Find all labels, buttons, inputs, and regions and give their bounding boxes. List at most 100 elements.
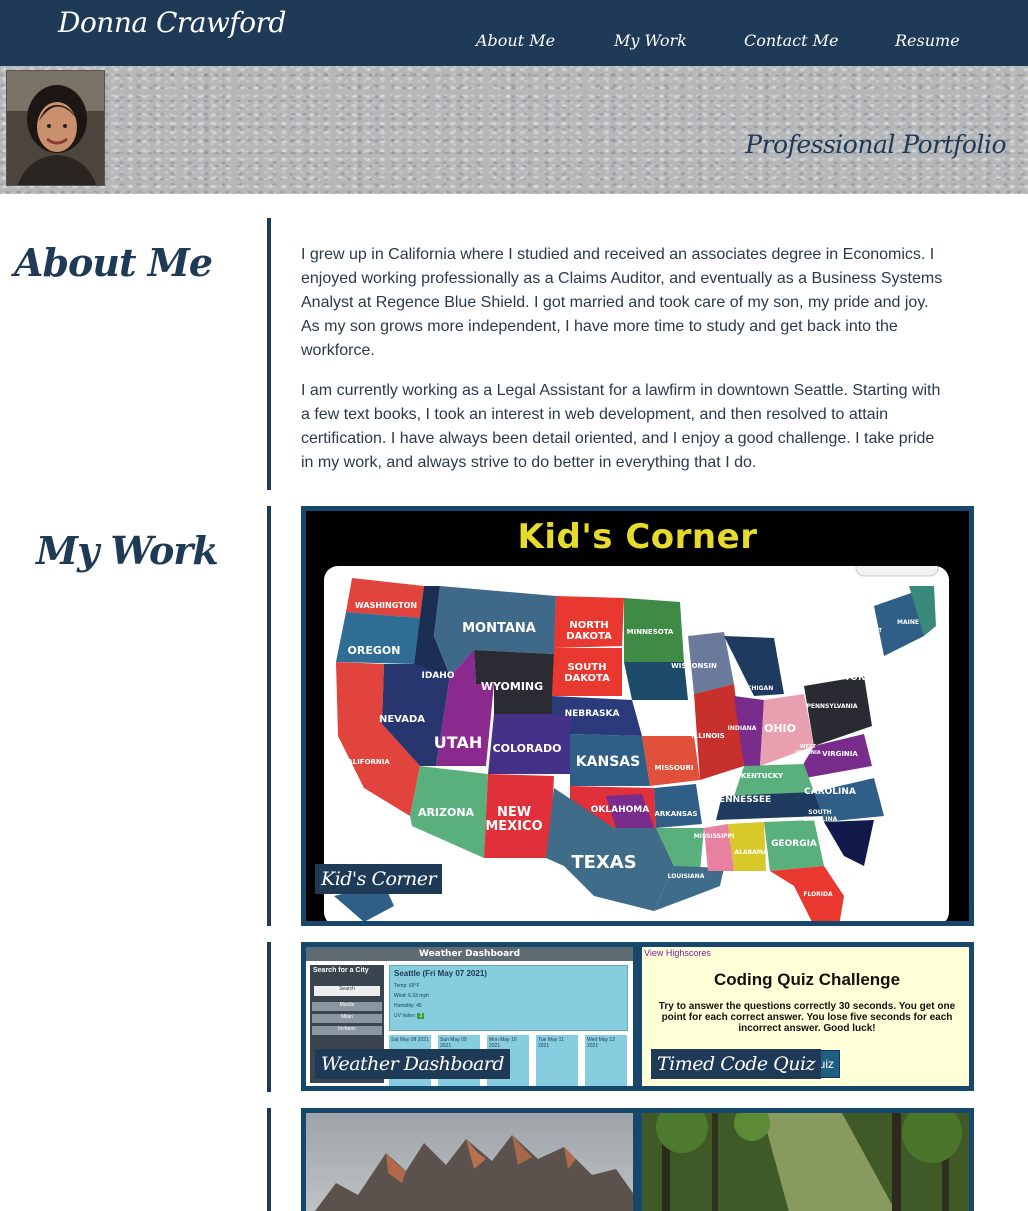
svg-text:MEXICO: MEXICO — [485, 819, 542, 834]
svg-text:MASSACHUSETTS: MASSACHUSETTS — [901, 662, 949, 668]
svg-text:MINNESOTA: MINNESOTA — [627, 628, 674, 636]
weather-screenshot-title: Weather Dashboard — [306, 947, 633, 961]
project-label-kids-corner[interactable]: Kid's Corner — [315, 864, 443, 894]
weather-current-title: Seattle (Fri May 07 2021) — [394, 969, 487, 978]
svg-text:TEXAS: TEXAS — [571, 852, 636, 873]
svg-text:ALABAMA: ALABAMA — [735, 849, 768, 856]
svg-text:LOUISIANA: LOUISIANA — [668, 873, 705, 880]
view-highscores-link: View Highscores — [644, 948, 711, 958]
kids-corner-screenshot-title: Kid's Corner — [517, 517, 758, 557]
forecast-day: Tue May 11 2021 — [536, 1035, 578, 1086]
svg-text:GEORGIA: GEORGIA — [771, 839, 817, 849]
svg-text:NORTH: NORTH — [812, 777, 847, 787]
my-work-heading: My Work — [36, 528, 219, 573]
weather-current-line: Humidity: 45 — [394, 1003, 422, 1009]
svg-text:SOUTH: SOUTH — [567, 662, 606, 673]
nav-my-work[interactable]: My Work — [614, 31, 687, 50]
svg-text:KENTUCKY: KENTUCKY — [741, 772, 784, 780]
svg-text:CAROLINA: CAROLINA — [803, 816, 838, 823]
svg-text:ARIZONA: ARIZONA — [418, 806, 475, 819]
svg-text:WASHINGTON, D.C.: WASHINGTON, D.C. — [872, 743, 937, 750]
about-paragraph: I grew up in California where I studied … — [301, 246, 943, 359]
svg-text:SOUTH: SOUTH — [808, 809, 831, 816]
svg-text:MONTANA: MONTANA — [462, 621, 536, 636]
nav-resume[interactable]: Resume — [895, 31, 960, 50]
svg-text:IDAHO: IDAHO — [422, 671, 455, 681]
weather-city-item: Incheon — [312, 1026, 382, 1035]
section-divider — [267, 942, 271, 1092]
svg-text:OHIO: OHIO — [764, 722, 796, 735]
svg-text:JERSEY: JERSEY — [877, 714, 898, 720]
nav-contact-me[interactable]: Contact Me — [744, 31, 838, 50]
nav-about-me[interactable]: About Me — [476, 31, 555, 50]
section-divider — [267, 1108, 271, 1211]
forecast-day-date: Wed May 12 2021 — [587, 1037, 615, 1049]
project-card-row: Weather Dashboard Search for a City Sear… — [301, 942, 974, 1091]
forecast-day: Wed May 12 2021 — [585, 1035, 627, 1086]
svg-text:TENNESSEE: TENNESSEE — [713, 795, 771, 805]
svg-text:IOWA: IOWA — [643, 701, 680, 715]
top-nav-bar: Donna Crawford About Me My Work Contact … — [0, 0, 1028, 66]
svg-text:CALIFORNIA: CALIFORNIA — [342, 758, 390, 766]
svg-text:MICHIGAN: MICHIGAN — [739, 685, 773, 692]
svg-text:PENNSYLVANIA: PENNSYLVANIA — [807, 703, 858, 710]
profile-photo — [6, 70, 105, 186]
weather-search-button: Search — [314, 986, 380, 996]
svg-text:NEW: NEW — [497, 805, 531, 820]
weather-search-label: Search for a City — [313, 967, 369, 974]
svg-text:WISCONSIN: WISCONSIN — [671, 662, 717, 670]
quiz-title: Coding Quiz Challenge — [713, 970, 901, 989]
weather-city-item: Manila — [312, 1002, 382, 1011]
weather-current-line: Temp: 60°F — [394, 983, 420, 989]
svg-text:UTAH: UTAH — [434, 733, 482, 752]
svg-text:DAKOTA: DAKOTA — [566, 631, 612, 642]
svg-text:WASHINGTON: WASHINGTON — [355, 601, 417, 610]
svg-text:VIRGINIA: VIRGINIA — [795, 750, 821, 756]
svg-text:MARYLAND: MARYLAND — [874, 736, 905, 742]
site-name[interactable]: Donna Crawford — [58, 6, 286, 39]
svg-text:VIRGINIA: VIRGINIA — [822, 750, 858, 758]
svg-text:RHODE ISLAND: RHODE ISLAND — [901, 684, 943, 690]
weather-current: Seattle (Fri May 07 2021) Temp: 60°F Win… — [389, 965, 628, 1031]
banner-subtitle: Professional Portfolio — [745, 130, 1006, 159]
forest-project-image[interactable] — [642, 1113, 969, 1211]
weather-current-line: UV Index: 3 — [390, 1011, 627, 1021]
svg-text:COLORADO: COLORADO — [493, 742, 562, 755]
project-card-kids-corner[interactable]: Kid's Corner WASHINGTON OREGON MONTANA I… — [301, 506, 974, 926]
weather-city-item: Milan — [312, 1014, 382, 1023]
weather-uv-badge: 3 — [417, 1013, 425, 1019]
svg-text:ARKANSAS: ARKANSAS — [654, 810, 697, 818]
forecast-day-date: Sat May 08 2021 — [391, 1037, 429, 1043]
section-divider — [267, 218, 271, 490]
svg-text:MAINE: MAINE — [897, 619, 919, 626]
about-text: I grew up in California where I studied … — [301, 243, 946, 491]
svg-text:WYOMING: WYOMING — [481, 680, 543, 693]
svg-text:CAROLINA: CAROLINA — [804, 787, 856, 797]
svg-text:DELAWARE: DELAWARE — [875, 728, 906, 734]
project-label-weather-dashboard[interactable]: Weather Dashboard — [315, 1049, 511, 1079]
project-card-row — [301, 1108, 974, 1211]
svg-text:MISSOURI: MISSOURI — [655, 764, 694, 772]
svg-text:OKLAHOMA: OKLAHOMA — [591, 805, 649, 815]
weather-uv-label: UV Index: — [394, 1013, 416, 1019]
about-paragraph: I am currently working as a Legal Assist… — [301, 382, 941, 471]
forecast-day-date: Tue May 11 2021 — [538, 1037, 564, 1049]
mountain-project-image[interactable] — [306, 1113, 633, 1211]
svg-text:MISSISSIPPI: MISSISSIPPI — [694, 833, 734, 840]
svg-text:OREGON: OREGON — [348, 644, 401, 657]
svg-text:HAMPSHIRE: HAMPSHIRE — [899, 654, 933, 660]
svg-text:NEVADA: NEVADA — [379, 714, 425, 725]
weather-current-line: Wind: 6.93 mph — [394, 993, 430, 999]
svg-text:INDIANA: INDIANA — [728, 725, 757, 732]
about-heading: About Me — [14, 240, 213, 285]
svg-text:NEW: NEW — [846, 663, 870, 673]
section-divider — [267, 506, 271, 926]
hero-banner: Professional Portfolio — [0, 66, 1028, 194]
svg-text:NORTH: NORTH — [569, 620, 608, 631]
quiz-description: Try to answer the questions correctly 30… — [658, 1001, 956, 1034]
svg-text:CONNECTICUT: CONNECTICUT — [896, 692, 936, 698]
svg-text:FLORIDA: FLORIDA — [803, 891, 833, 898]
svg-text:DAKOTA: DAKOTA — [564, 673, 610, 684]
project-label-timed-code-quiz[interactable]: Timed Code Quiz — [651, 1049, 822, 1079]
svg-text:ILLINOIS: ILLINOIS — [691, 732, 725, 740]
